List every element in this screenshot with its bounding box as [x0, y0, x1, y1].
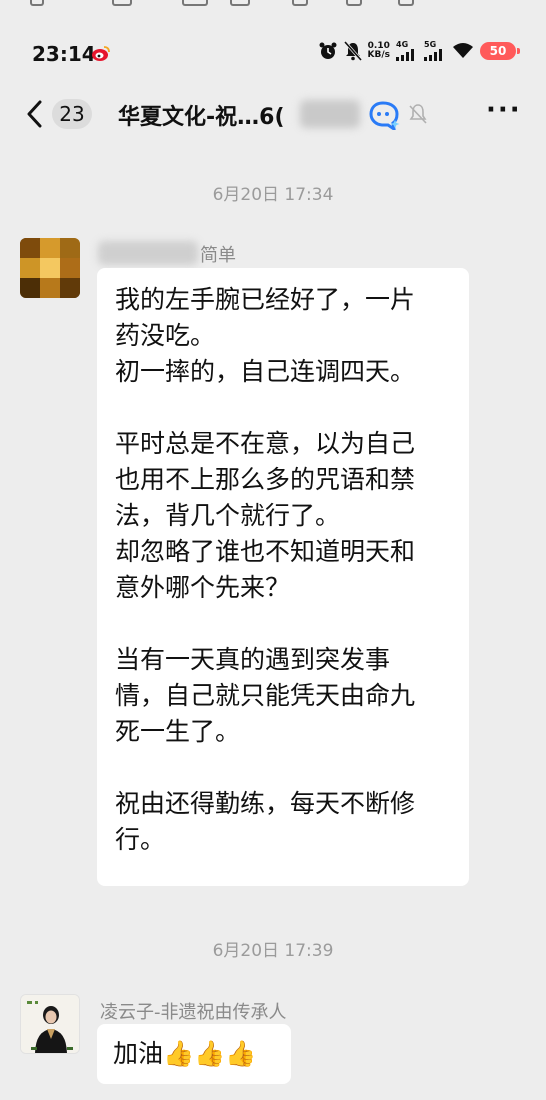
- signal-bars-icon: [396, 49, 414, 61]
- avatar-pixel: [40, 278, 60, 298]
- signal-5g-label: 5G: [424, 40, 437, 49]
- battery-indicator: 50: [480, 42, 520, 60]
- sender-name: 简单: [200, 245, 236, 266]
- chat-title[interactable]: 华夏文化-祝…6(: [118, 99, 285, 131]
- sender-name-blur-mask: [98, 241, 198, 265]
- avatar-pixel: [60, 278, 80, 298]
- cropped-icon: [292, 0, 308, 6]
- signal-5g: 5G: [424, 41, 446, 61]
- avatar-pixel: [40, 258, 60, 278]
- message-timestamp: 6月20日 17:34: [212, 185, 334, 205]
- cropped-icon: [30, 0, 44, 6]
- cropped-icon: [112, 0, 132, 6]
- avatar-pixel: [20, 258, 40, 278]
- message-text: 加油👍👍👍: [113, 1039, 257, 1068]
- message-bubble[interactable]: 加油👍👍👍: [97, 1024, 291, 1084]
- net-speed-unit: KB/s: [367, 50, 390, 60]
- cropped-icon: [230, 0, 250, 6]
- muted-notification-icon: [409, 104, 427, 124]
- avatar[interactable]: [20, 994, 80, 1054]
- message-text: 我的左手腕已经好了，一片 药没吃。 初一摔的，自己连调四天。 平时总是不在意，以…: [115, 285, 416, 854]
- message-timestamp: 6月20日 17:39: [212, 941, 334, 961]
- avatar-pixel: [20, 238, 40, 258]
- wifi-icon: [453, 43, 473, 58]
- weibo-icon: [92, 46, 110, 61]
- more-icon[interactable]: ···: [486, 97, 520, 128]
- net-speed: 0.10 KB/s: [368, 42, 390, 60]
- signal-4g: 4G: [396, 41, 418, 61]
- cropped-icon: [182, 0, 208, 6]
- status-bar: 23:14 0.10 KB/s 4G 5G 50: [0, 30, 546, 78]
- alarm-icon: [319, 42, 337, 59]
- top-cropped-strip: [0, 0, 546, 10]
- avatar-pixel: [40, 238, 60, 258]
- avatar-pixel: [60, 258, 80, 278]
- signal-4g-label: 4G: [396, 40, 409, 49]
- sender-name: 凌云子-非遗祝由传承人: [100, 1002, 287, 1023]
- signal-bars-icon: [424, 49, 442, 61]
- status-icons: 0.10 KB/s 4G 5G 50: [318, 41, 520, 61]
- unread-count-badge[interactable]: 23: [52, 99, 92, 129]
- cropped-icon: [346, 0, 362, 6]
- back-chevron-icon[interactable]: [22, 96, 48, 132]
- avatar[interactable]: [20, 238, 80, 298]
- status-time: 23:14: [32, 42, 96, 66]
- person-portrait-icon: [21, 995, 79, 1053]
- chat-header: 23 华夏文化-祝…6( ···: [0, 88, 546, 140]
- mute-bell-icon: [343, 41, 362, 61]
- avatar-pixel: [20, 278, 40, 298]
- title-blur-mask: [300, 100, 360, 128]
- cropped-icon: [398, 0, 414, 6]
- message-bubble[interactable]: 我的左手腕已经好了，一片 药没吃。 初一摔的，自己连调四天。 平时总是不在意，以…: [97, 268, 469, 886]
- ai-assistant-icon[interactable]: [368, 100, 402, 130]
- avatar-pixel: [60, 238, 80, 258]
